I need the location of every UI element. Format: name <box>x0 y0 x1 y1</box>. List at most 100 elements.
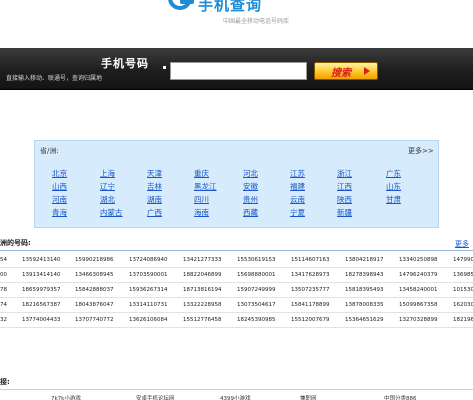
phone-number-cell[interactable]: 15530619153 <box>237 257 276 263</box>
phone-number-cell[interactable]: 13270328899 <box>399 317 438 323</box>
province-link[interactable]: 宁夏 <box>290 207 305 218</box>
province-link[interactable]: 福建 <box>290 181 305 192</box>
phone-number-cell[interactable]: 101530 <box>453 287 473 293</box>
province-link[interactable]: 河北 <box>243 168 258 179</box>
phone-number-cell[interactable]: 18278398943 <box>345 272 384 278</box>
phone-number-cell[interactable]: 15990218986 <box>75 257 114 263</box>
phone-number-cell[interactable]: 15698880001 <box>237 272 276 278</box>
phone-number-cell[interactable]: 13707740772 <box>75 317 114 323</box>
table-row-divider <box>0 297 473 298</box>
table-row-prefix: 74 <box>0 302 7 308</box>
phone-number-cell[interactable]: 18659979357 <box>22 287 61 293</box>
phone-number-cell[interactable]: 13774004433 <box>22 317 61 323</box>
province-link[interactable]: 湖南 <box>147 194 162 205</box>
province-link[interactable]: 广东 <box>386 168 401 179</box>
phone-number-cell[interactable]: 15512007679 <box>291 317 330 323</box>
phone-number-cell[interactable]: 15841178899 <box>291 302 330 308</box>
table-row-divider <box>0 267 473 268</box>
province-link[interactable]: 新疆 <box>337 207 352 218</box>
phone-number-cell[interactable]: 15936267314 <box>129 287 168 293</box>
phone-number-cell[interactable]: 13322228958 <box>183 302 222 308</box>
phone-number-cell[interactable]: 13314110731 <box>129 302 168 308</box>
phone-number-cell[interactable]: 15842888037 <box>75 287 114 293</box>
friend-link[interactable]: 4399小游戏 <box>220 394 251 400</box>
province-link[interactable]: 江苏 <box>290 168 305 179</box>
phone-number-cell[interactable]: 18043876047 <box>75 302 114 308</box>
province-link[interactable]: 贵州 <box>243 194 258 205</box>
province-link[interactable]: 山西 <box>52 181 67 192</box>
province-link[interactable]: 云南 <box>290 194 305 205</box>
province-link[interactable]: 黑龙江 <box>194 181 217 192</box>
province-link[interactable]: 重庆 <box>194 168 209 179</box>
phone-number-cell[interactable]: 13724086940 <box>129 257 168 263</box>
phone-number-cell[interactable]: 15818395493 <box>345 287 384 293</box>
friend-link[interactable]: 兼职网 <box>300 394 317 400</box>
friend-link[interactable]: 7k7k小游戏 <box>51 394 81 400</box>
phone-number-cell[interactable]: 15512776458 <box>183 317 222 323</box>
phone-number-cell[interactable]: 13626106084 <box>129 317 168 323</box>
phone-number-cell[interactable]: 15114607163 <box>291 257 330 263</box>
phone-number-cell[interactable]: 15099867358 <box>399 302 438 308</box>
province-box <box>34 140 439 228</box>
phone-number-cell[interactable]: 162030 <box>453 302 473 308</box>
phone-number-cell[interactable]: 18713816194 <box>183 287 222 293</box>
province-link[interactable]: 江西 <box>337 181 352 192</box>
table-row-divider <box>0 282 473 283</box>
phone-number-cell[interactable]: 182196 <box>453 317 473 323</box>
phone-number-cell[interactable]: 18245390985 <box>237 317 276 323</box>
numbers-more-link[interactable]: 更多 <box>455 239 469 249</box>
province-link[interactable]: 湖北 <box>100 194 115 205</box>
phone-number-cell[interactable]: 18216567387 <box>22 302 61 308</box>
province-link[interactable]: 上海 <box>100 168 115 179</box>
province-link[interactable]: 广西 <box>147 207 162 218</box>
arrow-right-icon <box>364 67 370 75</box>
province-link[interactable]: 四川 <box>194 194 209 205</box>
phone-number-cell[interactable]: 136985 <box>453 272 473 278</box>
province-link[interactable]: 北京 <box>52 168 67 179</box>
province-link[interactable]: 浙江 <box>337 168 352 179</box>
phone-number-cell[interactable]: 13913414140 <box>22 272 61 278</box>
province-link[interactable]: 青海 <box>52 207 67 218</box>
phone-number-cell[interactable]: 13421277333 <box>183 257 222 263</box>
province-more-link[interactable]: 更多>> <box>408 146 434 156</box>
phone-number-cell[interactable]: 15907249999 <box>237 287 276 293</box>
table-row-prefix: 00 <box>0 272 7 278</box>
phone-number-cell[interactable]: 18822046899 <box>183 272 222 278</box>
phone-number-cell[interactable]: 13417628973 <box>291 272 330 278</box>
phone-number-cell[interactable]: 13458240001 <box>399 287 438 293</box>
province-link[interactable]: 陕西 <box>337 194 352 205</box>
search-button[interactable]: 搜索 <box>314 62 378 80</box>
site-slogan: 中国最全移动电话号码库 <box>223 18 290 25</box>
friend-link[interactable]: 安卓手机论坛网 <box>136 394 175 400</box>
phone-number-cell[interactable]: 14796240379 <box>399 272 438 278</box>
province-link[interactable]: 安徽 <box>243 181 258 192</box>
phone-number-cell[interactable]: 13804218917 <box>345 257 384 263</box>
province-link[interactable]: 辽宁 <box>100 181 115 192</box>
phone-number-cell[interactable]: 13340250898 <box>399 257 438 263</box>
province-header: 省/洲: <box>40 147 59 155</box>
search-title: 手机号码 <box>101 57 149 70</box>
site-logo-text[interactable]: 手机查询 <box>198 0 262 15</box>
province-link[interactable]: 河南 <box>52 194 67 205</box>
province-link[interactable]: 内蒙古 <box>100 207 123 218</box>
friend-link[interactable]: 中国分类886 <box>384 394 417 400</box>
phone-number-cell[interactable]: 13878008335 <box>345 302 384 308</box>
phone-number-cell[interactable]: 147990 <box>453 257 473 263</box>
phone-number-cell[interactable]: 13507235777 <box>291 287 330 293</box>
phone-number-cell[interactable]: 13592413140 <box>22 257 61 263</box>
phone-number-input[interactable] <box>170 62 307 80</box>
province-link[interactable]: 甘肃 <box>386 194 401 205</box>
phone-number-cell[interactable]: 13703590001 <box>129 272 168 278</box>
province-link[interactable]: 天津 <box>147 168 162 179</box>
province-link[interactable]: 西藏 <box>243 207 258 218</box>
phone-number-cell[interactable]: 13466308945 <box>75 272 114 278</box>
numbers-divider <box>0 250 473 251</box>
logo-globe-inner-icon <box>180 0 194 4</box>
table-row-prefix: 54 <box>0 257 7 263</box>
province-link[interactable]: 海南 <box>194 207 209 218</box>
province-link[interactable]: 吉林 <box>147 181 162 192</box>
phone-number-cell[interactable]: 13073504617 <box>237 302 276 308</box>
phone-number-cell[interactable]: 15364651629 <box>345 317 384 323</box>
province-link[interactable]: 山东 <box>386 181 401 192</box>
table-row-divider <box>0 312 473 313</box>
